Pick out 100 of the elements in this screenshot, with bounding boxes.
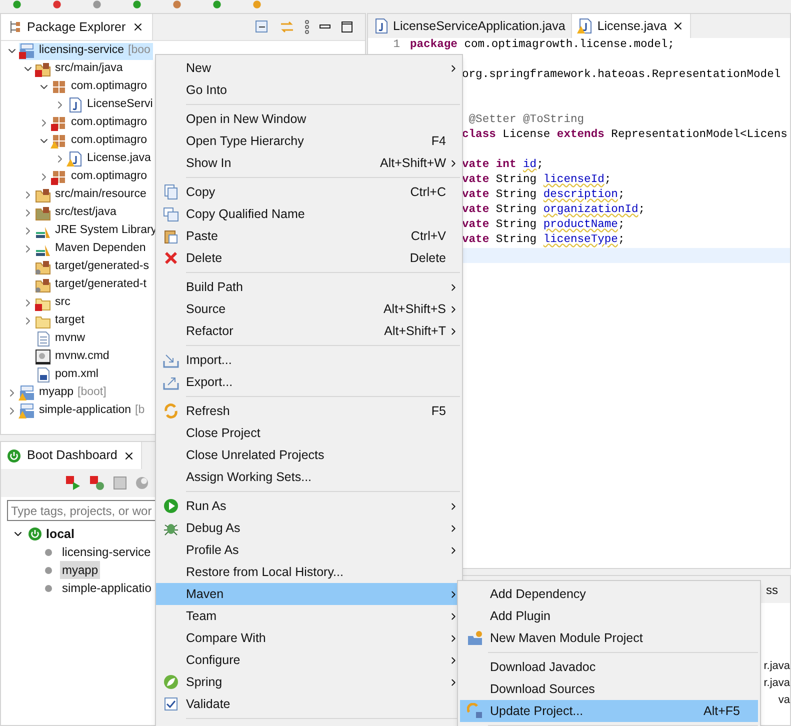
tree-item[interactable]: licensing-service	[60, 543, 153, 561]
tree-item[interactable]: myapp [boot]	[19, 384, 110, 402]
tree-item[interactable]: myapp	[60, 561, 100, 579]
code-line: package com.optimagrowth.license.model;	[410, 38, 674, 53]
java-file-icon	[578, 18, 592, 34]
menu-item[interactable]: Show In Alt+Shift+W	[156, 152, 462, 174]
power-icon	[7, 448, 21, 462]
menu-item[interactable]: New Maven Module Project	[460, 627, 758, 649]
menu-item[interactable]: Validate	[156, 693, 462, 715]
code-line: vate String licenseType;	[462, 233, 625, 248]
view-tab[interactable]: ss	[766, 580, 778, 598]
menu-item[interactable]: Open in New Window	[156, 108, 462, 130]
menu-item[interactable]: Configure	[156, 649, 462, 671]
tree-item[interactable]: src/main/resource	[35, 186, 150, 204]
tree-item[interactable]: local	[46, 524, 74, 544]
menu-item[interactable]: Go Into	[156, 79, 462, 101]
tree-item[interactable]: License.java	[67, 150, 154, 168]
copy-icon	[163, 184, 179, 200]
menu-item[interactable]: Build Path	[156, 276, 462, 298]
tree-item[interactable]: target/generated-t	[35, 276, 150, 294]
refresh-icon	[467, 703, 483, 719]
menu-item[interactable]: Download Sources	[460, 678, 758, 700]
tree-item[interactable]: src/test/java	[35, 204, 120, 222]
menu-item[interactable]: Open Type Hierarchy F4	[156, 130, 462, 152]
menu-item[interactable]: Export...	[156, 371, 462, 393]
editor-tab[interactable]: License.java	[572, 14, 691, 38]
toolbar-icon[interactable]	[10, 0, 24, 9]
menu-item[interactable]: Refactor Alt+Shift+T	[156, 320, 462, 342]
tree-item[interactable]: src/main/java	[35, 60, 126, 78]
menu-item[interactable]: New	[156, 57, 462, 79]
code-line: vate String productName;	[462, 218, 625, 233]
power-icon	[28, 527, 42, 541]
tree-item[interactable]: mvnw	[35, 330, 88, 348]
menu-item[interactable]: Download Javadoc	[460, 656, 758, 678]
close-icon[interactable]	[132, 21, 144, 33]
code-line: org.springframework.hateoas.RepresentationModel	[462, 68, 781, 83]
sphere-icon[interactable]	[135, 476, 149, 490]
menu-item[interactable]: Delete Delete	[156, 247, 462, 269]
menu-item[interactable]: Profile As	[156, 539, 462, 561]
code-line: vate String licenseId;	[462, 173, 612, 188]
menu-item[interactable]: Add Dependency	[460, 583, 758, 605]
stop-icon[interactable]	[113, 476, 127, 490]
tree-item[interactable]: simple-applicatio	[60, 579, 154, 597]
folder-icon	[467, 630, 483, 646]
menu-item[interactable]: Close Project	[156, 422, 462, 444]
clipboard-icon	[163, 228, 179, 244]
run-icon	[163, 498, 179, 514]
code-line: class License extends RepresentationModel<Licens	[462, 128, 788, 143]
close-icon[interactable]	[123, 450, 136, 462]
code-line: vate String organizationId;	[462, 203, 646, 218]
tree-item[interactable]: target	[35, 312, 88, 330]
toolbar-icon[interactable]	[210, 0, 224, 9]
menu-item[interactable]: Source Alt+Shift+S	[156, 298, 462, 320]
menu-item[interactable]: Refresh F5	[156, 400, 462, 422]
toolbar-icon[interactable]	[90, 0, 104, 9]
tree-item[interactable]: com.optimagro	[51, 114, 150, 132]
tree-item[interactable]: src	[35, 294, 74, 312]
refresh-icon	[163, 403, 179, 419]
tree-item[interactable]: licensing-service [boo	[19, 42, 154, 60]
menu-item[interactable]: Restore from Local History...	[156, 561, 462, 583]
line-number: 1	[393, 39, 400, 51]
menu-item[interactable]: Update Project... Alt+F5	[460, 700, 758, 722]
menu-item[interactable]: Close Unrelated Projects	[156, 444, 462, 466]
toolbar-icon[interactable]	[50, 0, 64, 9]
start-icon[interactable]	[65, 475, 81, 491]
toolbar-icon[interactable]	[130, 0, 144, 9]
status-dot-icon	[45, 584, 52, 592]
tree-item[interactable]: pom.xml	[35, 366, 102, 384]
toolbar-icon[interactable]	[170, 0, 184, 9]
debug-icon[interactable]	[89, 475, 105, 491]
tree-item[interactable]: mvnw.cmd	[35, 348, 112, 366]
tree-item[interactable]: LicenseServi	[67, 96, 156, 114]
more-icon[interactable]	[305, 20, 309, 34]
tree-item[interactable]: com.optimagro	[51, 168, 150, 186]
menu-item[interactable]: Assign Working Sets...	[156, 466, 462, 488]
table-cell-text: r.java	[764, 676, 790, 691]
tree-item[interactable]: simple-application [b	[19, 402, 148, 420]
close-icon[interactable]	[672, 20, 684, 32]
java-file-icon	[374, 18, 388, 34]
code-line: vate String description;	[462, 188, 625, 203]
copy-icon	[163, 206, 179, 222]
maximize-icon[interactable]	[341, 21, 353, 33]
leaf-icon	[163, 674, 179, 690]
collapse-all-icon[interactable]	[255, 20, 269, 34]
package-explorer-icon	[9, 20, 21, 34]
tree-item[interactable]: com.optimagro	[51, 132, 150, 150]
menu-item[interactable]: Add Plugin	[460, 605, 758, 627]
code-line: vate int id;	[462, 158, 544, 173]
code-line: @Setter @ToString	[468, 113, 584, 128]
menu-item[interactable]: Compare With	[156, 627, 462, 649]
tree-item[interactable]: target/generated-s	[35, 258, 152, 276]
checkbox-icon	[163, 696, 179, 712]
menu-item[interactable]: Spring	[156, 671, 462, 693]
tree-item[interactable]: com.optimagro	[51, 78, 150, 96]
menu-item[interactable]: Copy Qualified Name	[156, 203, 462, 225]
menu-item[interactable]: Import...	[156, 349, 462, 371]
tree-item[interactable]: Maven Dependen	[35, 240, 149, 258]
menu-item[interactable]: Copy Ctrl+C	[156, 181, 462, 203]
delete-icon	[163, 250, 179, 266]
menu-item[interactable]: Team	[156, 605, 462, 627]
